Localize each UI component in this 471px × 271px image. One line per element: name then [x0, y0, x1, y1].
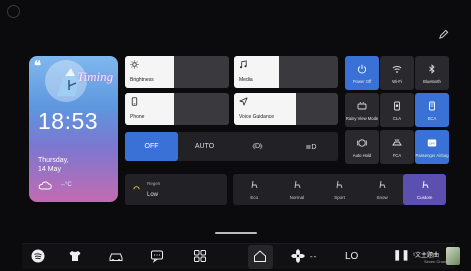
temperature-setting[interactable]: LO: [345, 251, 358, 262]
power-off-button[interactable]: Power Off: [345, 56, 379, 90]
media-title: ¹文主題曲: [413, 253, 439, 259]
bluetooth-button[interactable]: Bluetooth: [415, 56, 449, 90]
drive-mode-normal-label: Normal: [289, 195, 305, 200]
drive-mode-custom[interactable]: Custom: [403, 174, 446, 205]
light-off-option[interactable]: OFF: [125, 132, 178, 161]
drive-mode-eco[interactable]: Eco: [233, 174, 276, 205]
bca-button[interactable]: BCA: [415, 93, 449, 127]
parking-light-icon: ⦉D⦊: [252, 142, 263, 150]
cla-label: CLA: [392, 116, 402, 122]
power-icon: [357, 64, 367, 74]
airbag-icon: OFF: [427, 139, 437, 147]
phone-label: Phone: [130, 114, 145, 120]
bottom-dock: -- LO ❚❚ ¹文主題曲 Seven Chan: [22, 243, 460, 269]
power-off-label: Power Off: [352, 79, 372, 85]
light-auto-option[interactable]: AUTO: [178, 132, 231, 161]
date-label: 14 May: [38, 166, 61, 173]
regen-value: Low: [147, 192, 159, 198]
clock-time: 18:53: [38, 108, 99, 134]
media-artist: Seven Chan: [424, 259, 447, 264]
seat-normal-icon: [294, 180, 301, 189]
car-icon[interactable]: [108, 248, 124, 264]
weekday-label: Thursday,: [38, 157, 69, 164]
phone-volume-slider[interactable]: Phone: [125, 93, 229, 125]
clock-date: Thursday, 14 May: [38, 156, 69, 174]
seat-sport-icon: [337, 180, 343, 189]
quote-mark: ❝: [34, 58, 41, 73]
seat-cla-icon: [394, 101, 400, 111]
bca-label: BCA: [427, 116, 437, 122]
drive-mode-sport[interactable]: Sport: [318, 174, 361, 205]
cla-button[interactable]: CLA: [380, 93, 414, 127]
seat-bca-icon: [429, 101, 435, 111]
auto-hold-label: Auto Hold: [352, 153, 372, 159]
edit-pencil-icon[interactable]: [438, 29, 449, 40]
light-off-label: OFF: [144, 143, 159, 150]
regen-control[interactable]: Regen Low: [125, 174, 227, 205]
page-scroll-indicator: [215, 232, 257, 234]
headlight-mode-selector: OFF AUTO ⦉D⦊ ≣D: [125, 132, 338, 161]
media-volume-slider[interactable]: Media: [234, 56, 338, 88]
app-grid-icon[interactable]: [192, 248, 208, 264]
drive-mode-sport-label: Sport: [334, 195, 345, 200]
seat-custom-icon: [422, 180, 429, 189]
bluetooth-label: Bluetooth: [423, 79, 441, 85]
sun-icon: [130, 60, 139, 69]
phone-icon: [131, 97, 138, 106]
low-beam-option[interactable]: ≣D: [284, 132, 338, 161]
temperature-label: --°C: [61, 182, 72, 188]
wifi-icon: [392, 66, 402, 73]
cloud-icon: [38, 181, 52, 190]
music-note-icon: [239, 60, 247, 69]
brightness-slider[interactable]: Brightness: [125, 56, 229, 88]
drive-mode-selector: Eco Normal Sport Snow Custom: [233, 174, 446, 205]
regen-gauge-icon: [133, 186, 140, 190]
auto-hold-button[interactable]: Auto Hold: [345, 130, 379, 164]
rainy-view-label: Rainy View Mode: [345, 116, 379, 122]
seat-snow-icon: [379, 180, 386, 189]
brightness-label: Brightness: [130, 77, 154, 83]
auto-hold-icon: [357, 139, 367, 147]
fca-icon: [392, 139, 402, 146]
svg-text:OFF: OFF: [429, 142, 435, 146]
voice-guidance-label: Voice Guidance: [239, 114, 275, 120]
widget-brand-label: Timing: [77, 69, 114, 84]
drive-mode-custom-label: Custom: [416, 195, 433, 200]
pause-button[interactable]: ❚❚: [393, 250, 410, 261]
drive-mode-snow[interactable]: Snow: [361, 174, 404, 205]
wifi-label: Wi-Fi: [392, 79, 402, 85]
drive-mode-snow-label: Snow: [376, 195, 388, 200]
home-icon[interactable]: [252, 248, 268, 264]
voice-guidance-slider[interactable]: Voice Guidance: [234, 93, 338, 125]
media-label: Media: [239, 77, 253, 83]
spotify-icon[interactable]: [30, 248, 46, 264]
rainy-view-icon: [357, 101, 367, 110]
message-icon[interactable]: [149, 248, 165, 264]
clock-weather-widget[interactable]: ❝ Timing 18:53 Thursday, 14 May --°C: [29, 56, 118, 202]
fca-button[interactable]: FCA: [380, 130, 414, 164]
low-beam-icon: ≣D: [305, 143, 317, 151]
fan-icon[interactable]: [290, 248, 306, 264]
navigation-arrow-icon: [239, 97, 248, 106]
shirt-icon[interactable]: [67, 248, 83, 264]
parking-light-option[interactable]: ⦉D⦊: [231, 132, 284, 161]
wifi-button[interactable]: Wi-Fi: [380, 56, 414, 90]
drive-mode-normal[interactable]: Normal: [276, 174, 319, 205]
album-art-thumbnail[interactable]: [446, 247, 460, 265]
fan-speed-value: --: [310, 252, 318, 261]
passenger-airbag-label: Passenger Airbag: [415, 153, 449, 159]
status-indicator-icon: [7, 5, 20, 18]
seat-eco-icon: [251, 180, 258, 189]
fca-label: FCA: [392, 153, 402, 159]
control-center-screen: ❝ Timing 18:53 Thursday, 14 May --°C Bri…: [0, 0, 471, 271]
drive-mode-eco-label: Eco: [250, 195, 259, 200]
passenger-airbag-button[interactable]: OFF Passenger Airbag: [415, 130, 449, 164]
bluetooth-icon: [429, 64, 435, 74]
rainy-view-mode-button[interactable]: Rainy View Mode: [345, 93, 379, 127]
regen-title: Regen: [147, 181, 161, 186]
light-auto-label: AUTO: [194, 143, 215, 150]
